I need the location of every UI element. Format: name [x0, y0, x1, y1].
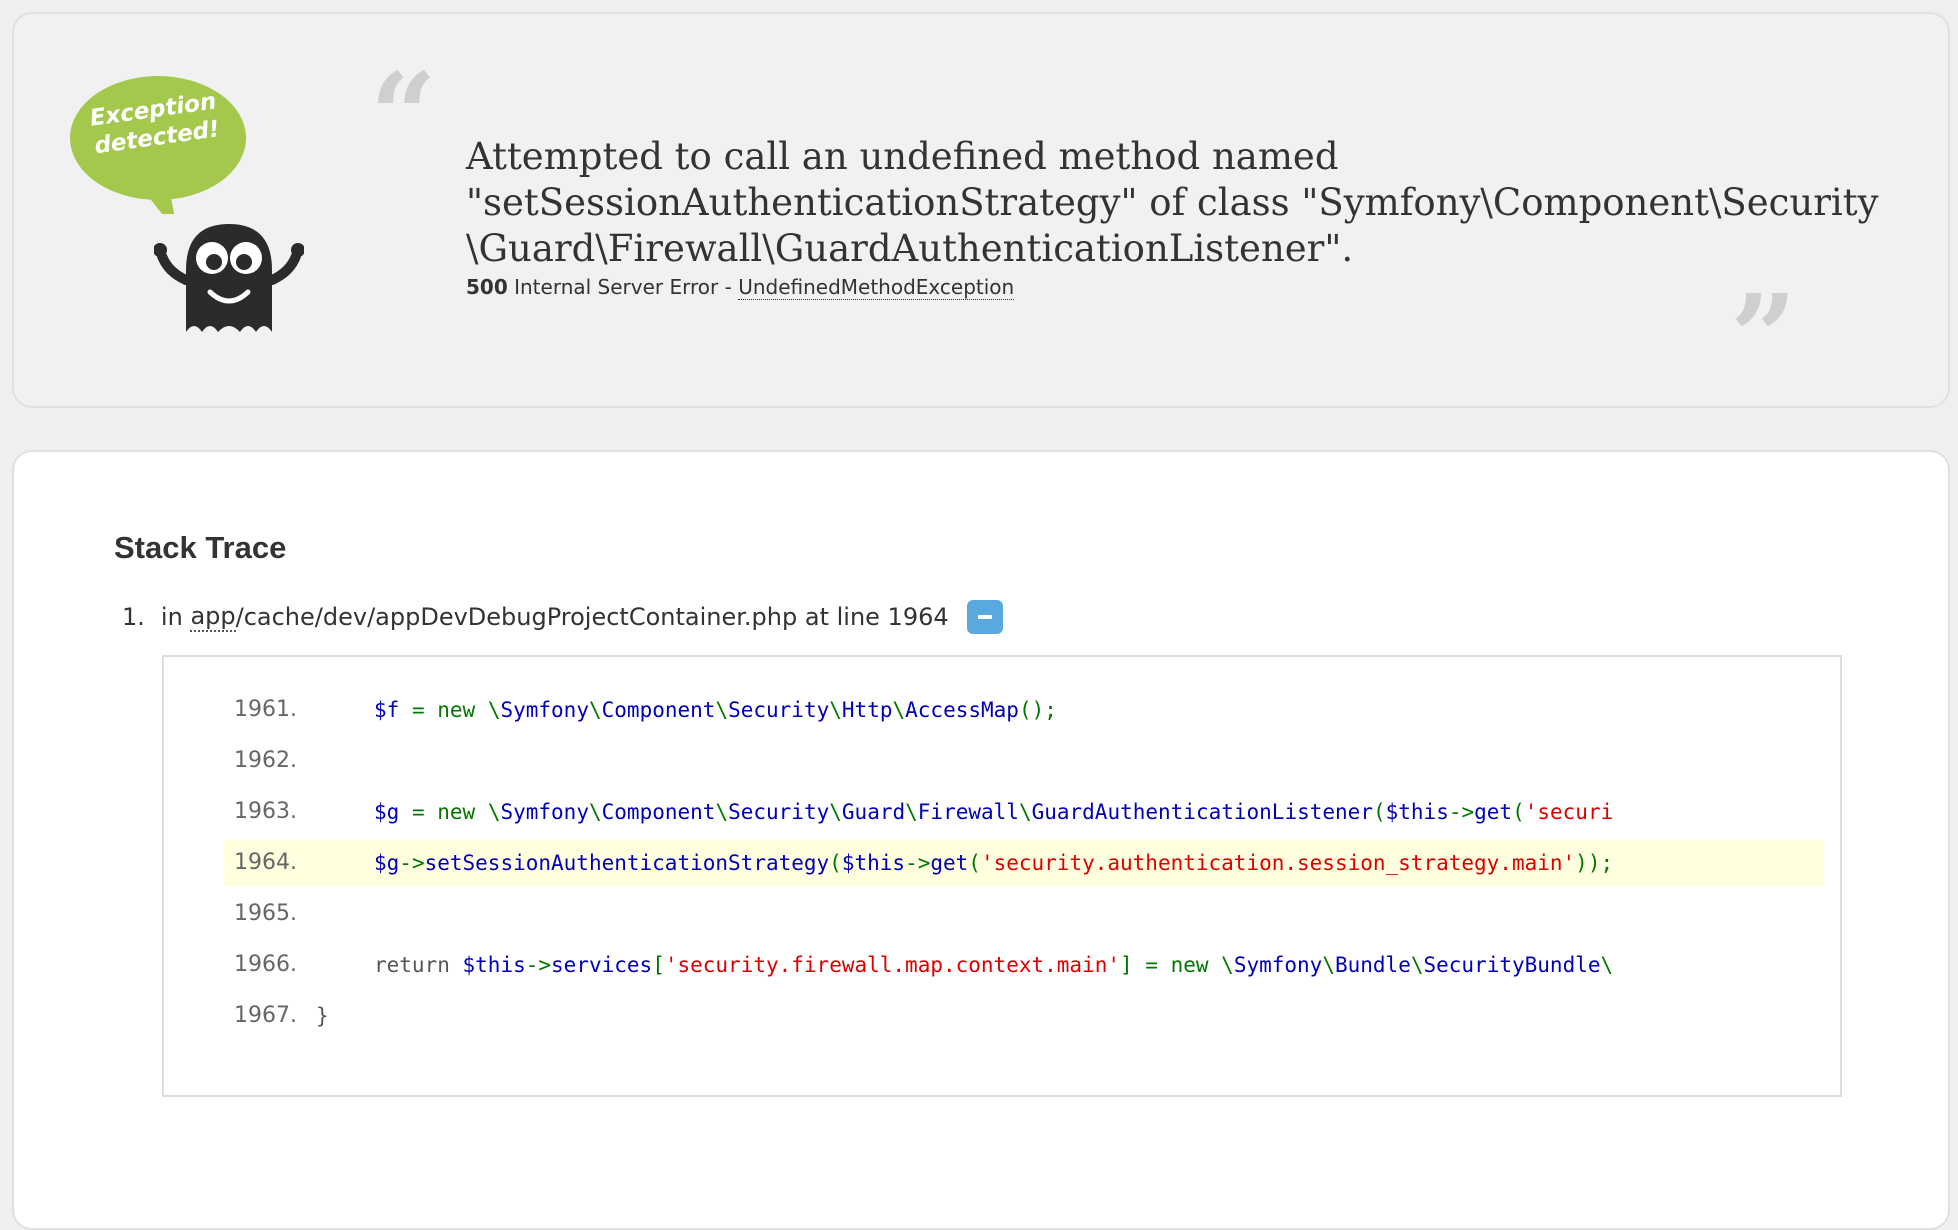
trace-item-prefix: in: [160, 603, 183, 631]
line-number: 1962.: [234, 748, 297, 773]
status-separator: -: [724, 275, 732, 299]
line-number: 1964.: [234, 850, 297, 875]
message-line-2: "setSessionAuthenticationStrategy" of cl…: [466, 181, 1879, 224]
line-number: 1963.: [234, 799, 297, 824]
status-code: 500: [466, 275, 508, 299]
message-line-3: \Guard\Firewall\GuardAuthenticationListe…: [466, 227, 1354, 270]
line-number: 1966.: [234, 952, 297, 977]
code-excerpt: 1961. $f = new \Symfony\Component\Securi…: [162, 655, 1842, 1097]
close-quote-icon: ”: [1730, 270, 1797, 406]
line-number: 1965.: [234, 901, 297, 926]
code-line: 1963. $g = new \Symfony\Component\Securi…: [224, 789, 1824, 835]
line-number: 1961.: [234, 697, 297, 722]
code-text: $f = new \Symfony\Component\Security\Htt…: [374, 698, 1057, 722]
exception-class[interactable]: UndefinedMethodException: [738, 275, 1015, 300]
code-line: 1965.: [224, 891, 1824, 937]
trace-path-abbr[interactable]: app: [190, 602, 236, 632]
code-text: $g->setSessionAuthenticationStrategy($th…: [374, 851, 1614, 875]
status-line: 500 Internal Server Error - UndefinedMet…: [466, 275, 1015, 300]
code-text: }: [316, 1004, 329, 1028]
stack-trace-title: Stack Trace: [114, 530, 287, 565]
line-number: 1967.: [234, 1003, 297, 1028]
code-text: $g = new \Symfony\Component\Security\Gua…: [374, 800, 1614, 824]
trace-at-line: at line 1964: [804, 603, 949, 631]
trace-item-1: 1. in app/cache/dev/appDevDebugProjectCo…: [122, 600, 1003, 634]
code-line: 1962.: [224, 738, 1824, 784]
code-line-highlighted: 1964. $g->setSessionAuthenticationStrate…: [224, 840, 1824, 886]
code-line: 1967. }: [224, 993, 1824, 1039]
message-line-1: Attempted to call an undefined method na…: [466, 135, 1339, 178]
open-quote-icon: “: [370, 48, 437, 184]
trace-item-number: 1.: [122, 603, 145, 631]
exception-logo: Exception detected!: [58, 60, 308, 340]
exception-message: Attempted to call an undefined method na…: [466, 134, 1879, 272]
code-line: 1961. $f = new \Symfony\Component\Securi…: [224, 687, 1824, 733]
ghost-mascot-icon: [154, 224, 304, 332]
collapse-toggle-button[interactable]: [966, 600, 1003, 634]
status-text: Internal Server Error: [514, 275, 719, 299]
trace-path: /cache/dev/appDevDebugProjectContainer.p…: [235, 603, 798, 631]
code-text: return $this->services['security.firewal…: [374, 953, 1614, 977]
code-line: 1966. return $this->services['security.f…: [224, 942, 1824, 988]
